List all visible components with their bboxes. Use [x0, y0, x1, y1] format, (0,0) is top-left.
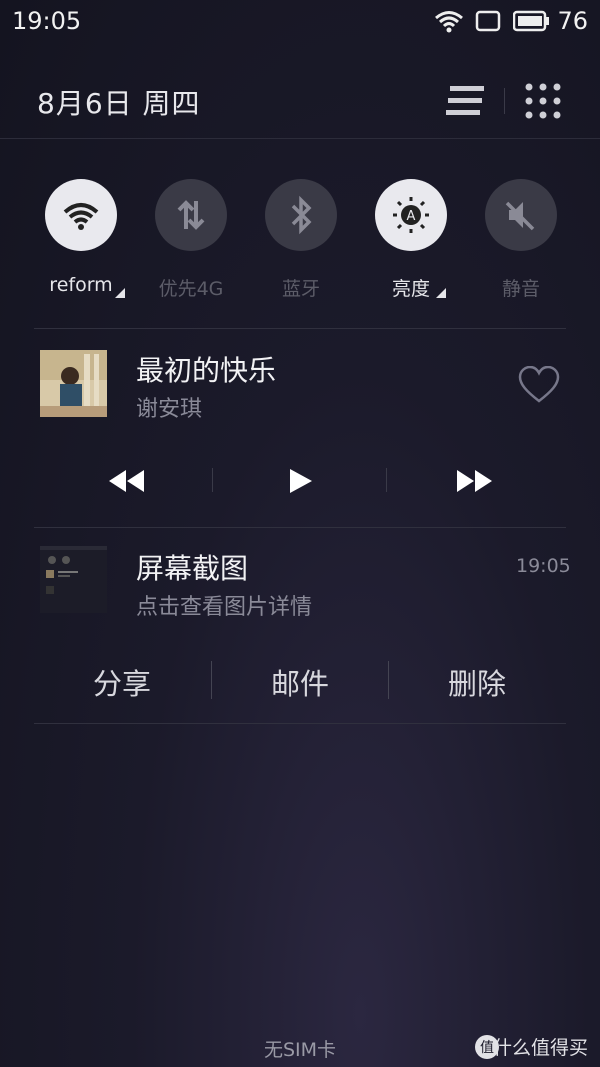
- notification-time: 19:05: [516, 555, 571, 577]
- screenshot-thumbnail[interactable]: [40, 546, 107, 613]
- status-bar: 19:05 76: [0, 0, 600, 44]
- section-divider: [34, 527, 566, 528]
- previous-track-icon[interactable]: [107, 468, 147, 494]
- heart-icon[interactable]: [518, 366, 560, 404]
- section-divider: [34, 328, 566, 329]
- share-button[interactable]: 分享: [34, 661, 210, 703]
- album-art[interactable]: [40, 350, 107, 417]
- control-separator: [212, 468, 213, 492]
- svg-text:值: 值: [480, 1040, 494, 1056]
- svg-text:A: A: [407, 209, 416, 224]
- app-grid-icon[interactable]: [524, 82, 562, 120]
- header-separator: [504, 88, 505, 114]
- date-label: 8月6日 周四: [37, 87, 201, 120]
- toggle-brightness[interactable]: A: [375, 179, 447, 251]
- play-icon[interactable]: [288, 467, 314, 495]
- toggle-mute[interactable]: [485, 179, 557, 251]
- toggle-bluetooth[interactable]: [265, 179, 337, 251]
- section-divider: [34, 723, 566, 724]
- song-artist: 谢安琪: [136, 397, 203, 422]
- list-menu-icon[interactable]: [446, 84, 488, 118]
- data-arrows-icon: [177, 200, 205, 230]
- expand-corner-icon: [436, 288, 446, 298]
- wifi-signal-icon: [435, 11, 463, 33]
- toggle-data[interactable]: [155, 179, 227, 251]
- wifi-icon: [63, 203, 99, 230]
- watermark-text: 什么值得买: [492, 1037, 588, 1059]
- battery-percent: 76: [557, 7, 588, 35]
- control-separator: [386, 468, 387, 492]
- toggle-brightness-label: 亮度: [391, 278, 430, 300]
- header-divider: [0, 138, 600, 139]
- toggle-wifi[interactable]: [45, 179, 117, 251]
- mail-button[interactable]: 邮件: [212, 661, 388, 703]
- auto-brightness-icon: A: [393, 197, 429, 233]
- toggle-mute-label: 静音: [501, 278, 540, 300]
- song-title: 最初的快乐: [136, 354, 277, 387]
- delete-button[interactable]: 删除: [389, 661, 565, 703]
- toggle-data-label: 优先4G: [158, 278, 224, 300]
- notification-title: 屏幕截图: [136, 552, 249, 585]
- expand-corner-icon: [115, 288, 125, 298]
- toggle-bluetooth-label: 蓝牙: [281, 278, 320, 300]
- mute-icon: [505, 201, 535, 231]
- screen-rotate-icon: [475, 10, 501, 32]
- battery-icon: [513, 10, 549, 32]
- bluetooth-icon: [291, 195, 312, 235]
- notification-subtitle: 点击查看图片详情: [136, 595, 313, 620]
- next-track-icon[interactable]: [454, 468, 494, 494]
- status-time: 19:05: [12, 7, 82, 35]
